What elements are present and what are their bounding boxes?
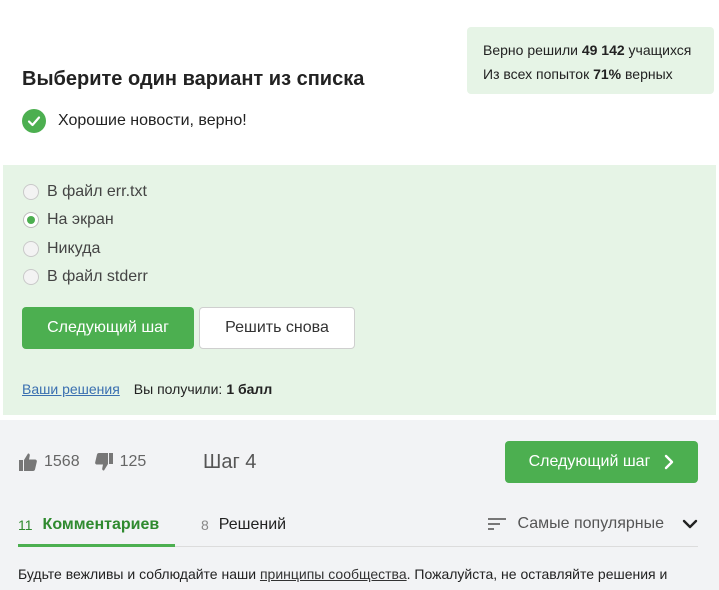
sort-dropdown[interactable]: Самые популярные (487, 515, 698, 533)
discussion-tabs: 11 Комментариев 8 Решений Самые популярн… (18, 515, 698, 547)
option-label: В файл err.txt (47, 183, 147, 200)
feedback-text: Хорошие новости, верно! (58, 112, 247, 129)
option-2[interactable]: На экран (23, 211, 114, 229)
community-rules-text: Будьте вежливы и соблюдайте наши принцип… (18, 566, 667, 582)
tab-solutions[interactable]: 8 Решений (201, 515, 286, 535)
question-title: Выберите один вариант из списка (22, 68, 365, 90)
solutions-count: 8 (201, 517, 209, 533)
option-label: На экран (47, 211, 114, 228)
comments-label: Комментариев (42, 516, 160, 533)
received-label: Вы получили: (133, 381, 223, 397)
dislike-button[interactable]: 125 (94, 452, 147, 472)
votes: 1568 125 (18, 452, 160, 472)
option-4[interactable]: В файл stderr (23, 268, 148, 286)
rules-prefix: Будьте вежливы и соблюдайте наши (18, 566, 257, 582)
likes-count: 1568 (44, 453, 80, 470)
chevron-down-icon (682, 519, 698, 529)
result-line: Ваши решения Вы получили: 1 балл (22, 381, 272, 397)
attempts-stat: Из всех попыток 71% верных (483, 62, 698, 86)
radio-button[interactable] (23, 184, 39, 200)
solved-suffix: учащихся (628, 42, 692, 58)
next-step-button[interactable]: Следующий шаг (22, 307, 194, 349)
attempts-percent: 71% (593, 66, 622, 82)
step-footer: 1568 125 Шаг 4 Следующий шаг 11 Коммента… (0, 420, 719, 590)
step-label: Шаг 4 (203, 451, 257, 473)
next-step-footer-label: Следующий шаг (528, 453, 651, 470)
radio-button-selected[interactable] (23, 212, 39, 228)
active-tab-indicator (18, 544, 175, 547)
option-label: В файл stderr (47, 268, 148, 285)
my-solutions-link[interactable]: Ваши решения (22, 381, 120, 397)
retry-button[interactable]: Решить снова (199, 307, 355, 349)
radio-button[interactable] (23, 241, 39, 257)
chevron-right-icon (665, 454, 674, 470)
received-value: 1 балл (226, 381, 273, 397)
solved-prefix: Верно решили (483, 42, 578, 58)
next-step-footer-button[interactable]: Следующий шаг (505, 441, 698, 483)
community-guidelines-link[interactable]: принципы сообщества (260, 566, 407, 582)
tab-comments[interactable]: 11 Комментариев (18, 515, 159, 535)
thumbs-up-icon (19, 453, 37, 471)
option-1[interactable]: В файл err.txt (23, 183, 147, 201)
stats-box: Верно решили 49 142 учащихся Из всех поп… (467, 27, 714, 94)
thumbs-down-icon (94, 453, 113, 471)
solved-stat: Верно решили 49 142 учащихся (483, 38, 698, 62)
option-3[interactable]: Никуда (23, 240, 100, 258)
like-button[interactable]: 1568 (18, 452, 80, 472)
comments-count: 11 (18, 517, 33, 533)
option-label: Никуда (47, 240, 101, 257)
sort-icon (487, 518, 506, 530)
attempts-prefix: Из всех попыток (483, 66, 590, 82)
solutions-label: Решений (218, 516, 287, 533)
radio-button[interactable] (23, 269, 39, 285)
feedback-message: Хорошие новости, верно! (22, 109, 247, 133)
rules-suffix: . Пожалуйста, не оставляйте решения и (406, 566, 668, 582)
attempts-suffix: верных (625, 66, 673, 82)
sort-label: Самые популярные (517, 515, 664, 532)
dislikes-count: 125 (119, 453, 147, 470)
answer-panel: В файл err.txt На экран Никуда В файл st… (3, 165, 716, 415)
solved-count: 49 142 (581, 42, 625, 58)
check-icon (22, 109, 46, 133)
